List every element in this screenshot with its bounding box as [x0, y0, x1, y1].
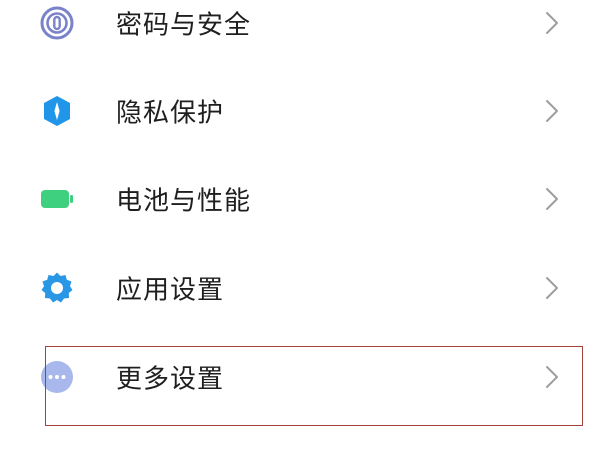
settings-item-battery-performance[interactable]: 电池与性能	[0, 154, 600, 244]
chevron-right-icon	[544, 186, 560, 212]
privacy-shield-icon	[40, 94, 74, 128]
chevron-right-icon	[544, 10, 560, 36]
settings-item-more-settings[interactable]: 更多设置	[0, 332, 600, 422]
chevron-right-icon	[544, 98, 560, 124]
settings-item-app-settings[interactable]: 应用设置	[0, 243, 600, 333]
chevron-right-icon	[544, 364, 560, 390]
settings-list: 密码与安全 隐私保护 电池与性能 应用设置 更多设置	[0, 0, 600, 450]
more-dots-icon	[40, 360, 74, 394]
settings-item-label: 密码与安全	[116, 10, 252, 41]
settings-item-label: 隐私保护	[116, 98, 225, 129]
settings-item-label: 更多设置	[116, 364, 225, 395]
fingerprint-icon	[40, 6, 74, 40]
settings-item-privacy[interactable]: 隐私保护	[0, 66, 600, 156]
battery-icon	[40, 182, 74, 216]
settings-item-label: 电池与性能	[116, 186, 252, 217]
gear-icon	[40, 271, 74, 305]
chevron-right-icon	[544, 275, 560, 301]
settings-item-label: 应用设置	[116, 275, 225, 306]
settings-item-password-security[interactable]: 密码与安全	[0, 0, 600, 68]
